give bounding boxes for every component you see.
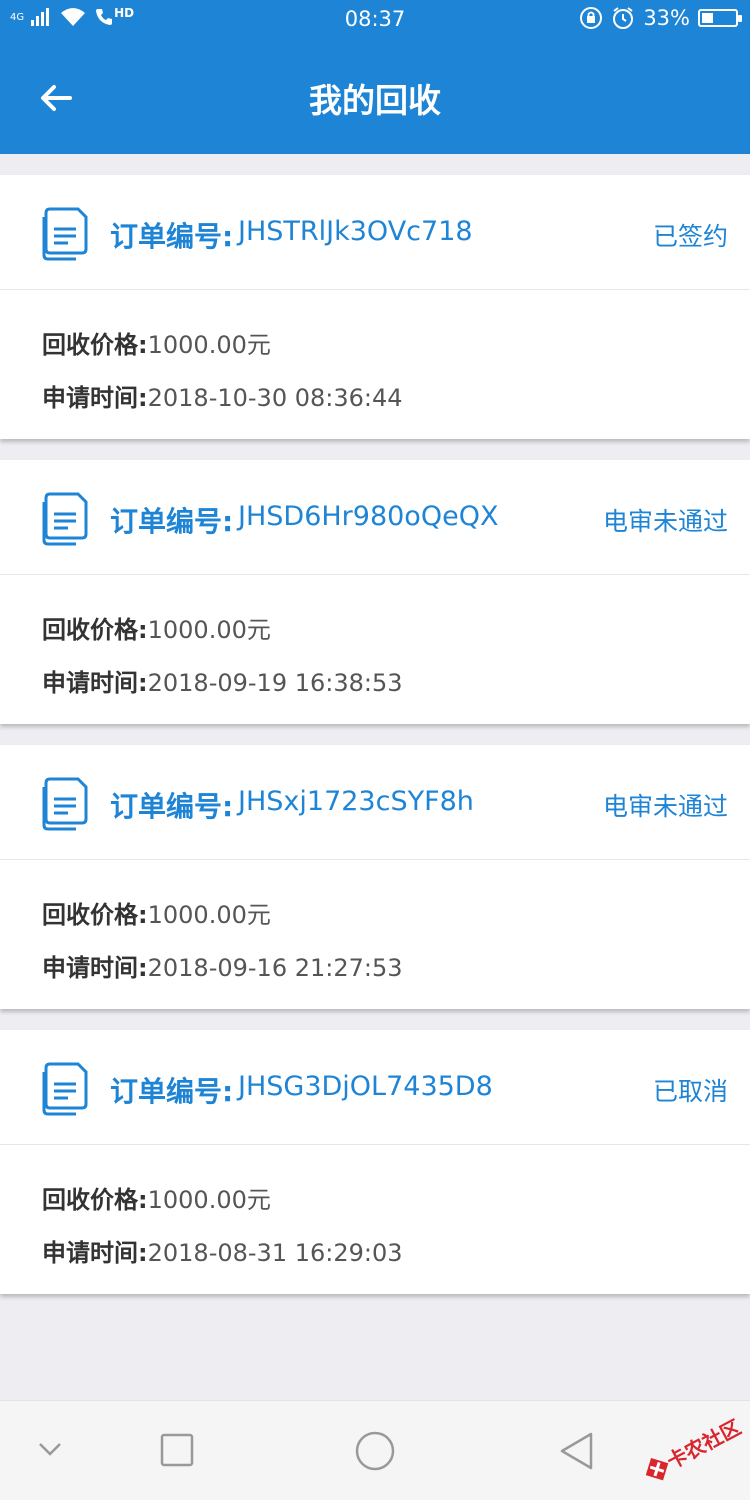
price-row: 回收价格: 1000.00元 [42,1180,271,1215]
price-label: 回收价格: [42,331,148,359]
system-nav-bar [0,1400,750,1500]
price-value: 1000.00元 [147,616,271,644]
price-value: 1000.00元 [147,331,271,359]
watermark-text: 卡农社区 [663,1415,744,1474]
chevron-down-icon[interactable] [36,1439,64,1459]
price-label: 回收价格: [42,616,148,644]
price-row: 回收价格: 1000.00元 [42,895,271,930]
apply-time-value: 2018-09-16 21:27:53 [147,954,403,982]
page-title: 我的回收 [309,81,441,120]
rotation-lock-icon [580,7,603,29]
order-number-label: 订单编号: [110,790,234,823]
order-status: 已取消 [652,1077,728,1106]
apply-time-label: 申请时间: [42,954,148,982]
apply-time-label: 申请时间: [42,669,148,697]
order-card-header: 订单编号: JHSTRlJk3OVc718 已签约 [0,175,750,290]
order-card[interactable]: 订单编号: JHSTRlJk3OVc718 已签约 回收价格: 1000.00元… [0,175,750,439]
order-number-value: JHSG3DjOL7435D8 [238,1071,493,1102]
alarm-icon [613,7,634,29]
order-status: 电审未通过 [602,507,728,536]
order-card[interactable]: 订单编号: JHSD6Hr980oQeQX 电审未通过 回收价格: 1000.0… [0,460,750,724]
order-card-header: 订单编号: JHSxj1723cSYF8h 电审未通过 [0,745,750,860]
order-card-header: 订单编号: JHSD6Hr980oQeQX 电审未通过 [0,460,750,575]
order-number-value: JHSTRlJk3OVc718 [238,216,473,247]
order-number-label: 订单编号: [110,220,234,253]
order-status: 电审未通过 [602,792,728,821]
back-button[interactable] [558,1431,596,1471]
document-icon [42,207,88,261]
order-number-label: 订单编号: [110,1075,234,1108]
order-card[interactable]: 订单编号: JHSG3DjOL7435D8 已取消 回收价格: 1000.00元… [0,1030,750,1294]
status-right-icons: 33% [579,6,742,30]
price-row: 回收价格: 1000.00元 [42,610,271,645]
apply-time-label: 申请时间: [42,1239,148,1267]
apply-time-row: 申请时间: 2018-10-30 08:36:44 [42,378,403,413]
order-number-value: JHSD6Hr980oQeQX [238,501,499,532]
recent-apps-button[interactable] [160,1433,194,1467]
apply-time-label: 申请时间: [42,384,148,412]
header-bar: 我的回收 [0,40,750,154]
status-bar: 4G HD 08:37 33% [0,0,750,40]
order-card-header: 订单编号: JHSG3DjOL7435D8 已取消 [0,1030,750,1145]
price-value: 1000.00元 [147,901,271,929]
document-icon [42,492,88,546]
order-number-value: JHSxj1723cSYF8h [238,786,474,817]
battery-icon [698,9,742,27]
apply-time-value: 2018-08-31 16:29:03 [147,1239,403,1267]
home-button[interactable] [354,1430,396,1472]
price-value: 1000.00元 [147,1186,271,1214]
apply-time-value: 2018-09-19 16:38:53 [147,669,403,697]
apply-time-row: 申请时间: 2018-08-31 16:29:03 [42,1233,403,1268]
apply-time-row: 申请时间: 2018-09-16 21:27:53 [42,948,403,983]
order-card[interactable]: 订单编号: JHSxj1723cSYF8h 电审未通过 回收价格: 1000.0… [0,745,750,1009]
watermark-logo: 卡农社区 [645,1415,744,1481]
apply-time-row: 申请时间: 2018-09-19 16:38:53 [42,663,403,698]
order-status: 已签约 [652,222,728,251]
battery-level-fill [702,13,713,23]
price-label: 回收价格: [42,901,148,929]
order-number-label: 订单编号: [110,505,234,538]
document-icon [42,1062,88,1116]
document-icon [42,777,88,831]
price-label: 回收价格: [42,1186,148,1214]
price-row: 回收价格: 1000.00元 [42,325,271,360]
battery-percent: 33% [643,6,690,30]
apply-time-value: 2018-10-30 08:36:44 [147,384,403,412]
